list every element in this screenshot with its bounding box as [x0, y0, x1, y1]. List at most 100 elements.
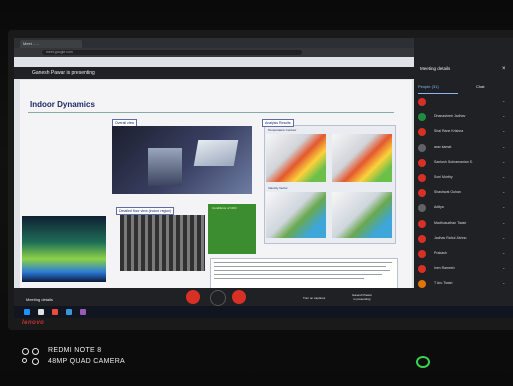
title-divider — [28, 112, 394, 113]
slide-title: Indoor Dynamics — [30, 100, 95, 109]
camera-ring-icon — [22, 348, 29, 355]
meeting-details-title: Meeting details — [420, 66, 451, 71]
temperature-contour-image-2 — [332, 134, 392, 182]
list-item[interactable]: ⌄ — [418, 98, 508, 109]
start-icon[interactable] — [24, 309, 30, 315]
participant-name: Prakash — [434, 251, 447, 255]
velocity-vector-label: Velocity Vector — [268, 186, 288, 190]
chevron-down-icon[interactable]: ⌄ — [502, 265, 505, 270]
chevron-down-icon[interactable]: ⌄ — [502, 144, 505, 149]
chevron-down-icon[interactable]: ⌄ — [502, 250, 505, 255]
avatar — [418, 113, 426, 122]
list-item[interactable]: Prakash ⌄ — [418, 250, 508, 261]
floor-view-label: Detailed floor view (indoor region) — [116, 207, 175, 215]
text-line — [214, 278, 364, 279]
velocity-vector-image — [266, 192, 326, 238]
text-line — [214, 270, 390, 271]
temperature-contour-image — [266, 134, 326, 182]
chevron-down-icon[interactable]: ⌄ — [502, 98, 505, 103]
presenter-banner: Ganesh Pawar is presenting — [32, 70, 95, 76]
pavilion-render — [193, 140, 239, 166]
avatar — [418, 143, 426, 152]
avatar — [418, 250, 426, 258]
cfd-conditions-box — [208, 204, 256, 254]
avatar — [418, 204, 426, 213]
list-item[interactable]: Jadhav Rahul Jishnu ⌄ — [418, 234, 508, 246]
list-item[interactable]: arav kamat ⌄ — [418, 143, 508, 155]
chevron-down-icon[interactable]: ⌄ — [502, 113, 505, 118]
list-item[interactable]: Aditya ⌄ — [418, 204, 508, 215]
participant-name: Santosh Subramanian S. — [434, 159, 473, 164]
app-icon[interactable] — [80, 309, 86, 315]
tab-people[interactable]: People (31) — [418, 84, 439, 89]
close-icon[interactable]: × — [502, 66, 506, 72]
participant-name: Aditya — [434, 205, 444, 210]
chevron-down-icon[interactable]: ⌄ — [502, 204, 505, 209]
present-now-button[interactable]: Ganesh Pawar is presenting — [352, 293, 372, 301]
camera-ring-icon — [22, 358, 27, 363]
hangup-icon[interactable] — [210, 290, 226, 306]
search-icon[interactable] — [38, 309, 44, 315]
participant-name: Shal Rane Krishna — [434, 129, 464, 134]
chevron-down-icon[interactable]: ⌄ — [502, 280, 505, 285]
camera-ring-icon — [32, 358, 39, 365]
temperature-contour-label: Temperature Contour — [268, 128, 297, 132]
cfd-conditions-label: Conditions of CFD — [212, 206, 237, 210]
heatmap-thumbnail — [22, 216, 106, 282]
chevron-down-icon[interactable]: ⌄ — [502, 235, 505, 240]
list-item[interactable]: Soni Murthy ⌄ — [418, 174, 508, 185]
avatar — [418, 189, 426, 198]
participant-name: Madhusudhan Tiwari — [434, 220, 467, 225]
camera-ring-icon — [32, 348, 39, 355]
chevron-down-icon[interactable]: ⌄ — [502, 189, 505, 194]
url-field[interactable]: meet.google.com — [42, 50, 302, 55]
participant-name: arav kamat — [434, 144, 452, 149]
watermark-model: REDMI NOTE 8 — [48, 347, 102, 354]
windows-taskbar — [14, 306, 513, 318]
list-item[interactable]: T Aru Tiwari ⌄ — [418, 280, 508, 291]
text-line — [214, 266, 386, 267]
watermark-camera: 48MP QUAD CAMERA — [48, 358, 126, 365]
avatar — [418, 158, 426, 167]
chrome-icon[interactable] — [52, 309, 58, 315]
chevron-down-icon[interactable]: ⌄ — [502, 159, 505, 164]
lenovo-logo: lenovo — [22, 320, 45, 326]
meeting-details-button[interactable]: Meeting details — [26, 297, 53, 302]
green-led-icon — [416, 356, 430, 368]
active-tab-indicator — [418, 93, 458, 94]
avatar — [418, 128, 426, 137]
list-item[interactable]: Santosh Subramanian S. ⌄ — [418, 158, 508, 170]
chevron-down-icon[interactable]: ⌄ — [502, 174, 505, 179]
explorer-icon[interactable] — [66, 309, 72, 315]
camera-off-button[interactable] — [232, 290, 246, 304]
panel-tabs: People (31) Chat — [418, 84, 510, 92]
avatar — [418, 98, 426, 106]
captions-button[interactable]: Turn on captions — [303, 296, 325, 300]
list-item[interactable]: Dhanashree Jadhav ⌄ — [418, 113, 508, 124]
tab-chat[interactable]: Chat — [476, 84, 484, 89]
avatar — [418, 234, 426, 243]
tower-render — [148, 148, 182, 186]
participant-name: Soni Murthy — [434, 175, 453, 179]
avatar — [418, 174, 426, 182]
list-item[interactable]: Madhusudhan Tiwari ⌄ — [418, 219, 508, 231]
floor-plan-image — [120, 215, 205, 271]
text-line — [214, 274, 382, 275]
avatar — [418, 280, 426, 289]
velocity-vector-image-2 — [332, 192, 392, 238]
list-item[interactable]: Shal Rane Krishna ⌄ — [418, 128, 508, 139]
list-item[interactable]: Shashwat Guhan ⌄ — [418, 189, 508, 200]
avatar — [418, 265, 426, 274]
chevron-down-icon[interactable]: ⌄ — [502, 220, 505, 225]
browser-tab[interactable]: Meet - ... — [20, 40, 82, 48]
text-line — [214, 262, 392, 263]
participant-name: Jadhav Rahul Jishnu — [434, 235, 467, 240]
mic-off-button[interactable] — [186, 290, 200, 304]
participant-name: Dhanashree Jadhav — [434, 114, 466, 119]
avatar — [418, 219, 426, 228]
list-item[interactable]: Iven Ramesh ⌄ — [418, 265, 508, 276]
participant-name: Iven Ramesh — [434, 266, 455, 271]
participant-name: Shashwat Guhan — [434, 190, 461, 195]
chevron-down-icon[interactable]: ⌄ — [502, 128, 505, 133]
participant-name: T Aru Tiwari — [434, 281, 453, 286]
